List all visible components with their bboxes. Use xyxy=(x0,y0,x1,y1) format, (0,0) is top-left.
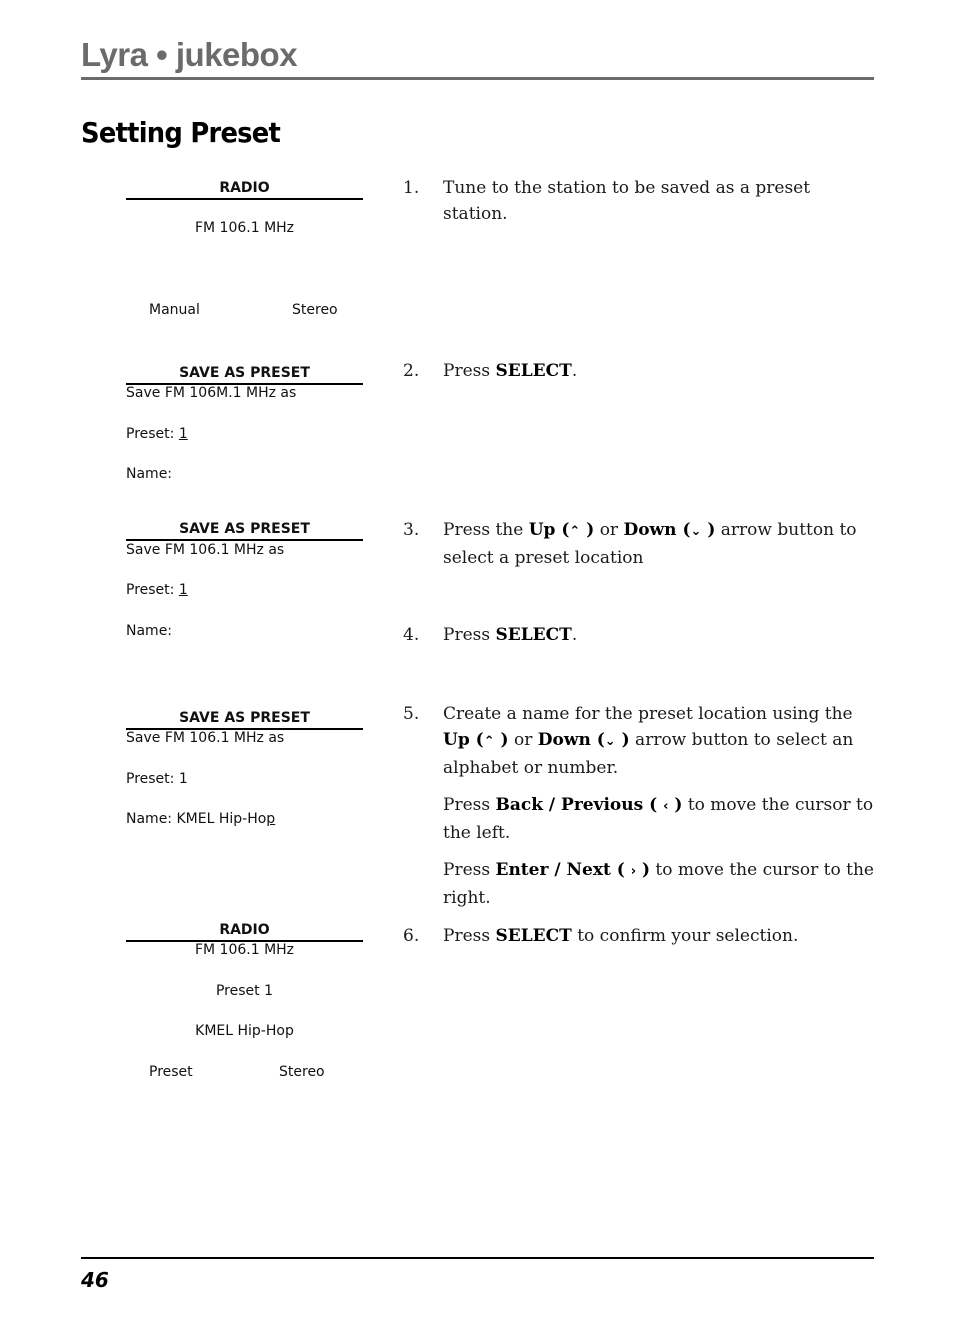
text: Enter / Next ( xyxy=(495,860,631,880)
text: Up ( xyxy=(443,730,484,750)
step-number: 5. xyxy=(403,704,420,724)
lcd-heading: RADIO xyxy=(126,179,363,200)
down-arrow-icon: ⌄ xyxy=(604,734,616,749)
lcd-heading: SAVE AS PRESET xyxy=(126,364,363,385)
lcd-frequency: FM 106.1 MHz xyxy=(194,942,295,958)
lcd-preset-value: 1 xyxy=(178,426,188,442)
text: Press xyxy=(443,625,496,645)
text: or xyxy=(508,730,538,750)
step-1: 1. Tune to the station to be saved as a … xyxy=(403,175,873,227)
lcd-screen-save-preset-2: SAVE AS PRESET Save FM 106.1 MHz as Pres… xyxy=(126,520,363,650)
lcd-name-label: Name: xyxy=(126,466,173,482)
text: ) xyxy=(668,795,683,815)
up-button-label: Up (⌃ ) xyxy=(529,520,595,540)
text: . xyxy=(571,625,578,645)
select-button-label: SELECT xyxy=(495,361,572,381)
lcd-save-line: Save FM 106M.1 MHz as xyxy=(126,385,297,401)
text: ) xyxy=(701,520,716,540)
text: Press the xyxy=(443,520,529,540)
step-text: Press SELECT. xyxy=(443,622,873,648)
text: Back / Previous ( xyxy=(495,795,664,815)
step-5-next-paragraph: Press Enter / Next ( › ) to move the cur… xyxy=(443,857,883,911)
text: Press xyxy=(443,926,496,946)
step-number: 2. xyxy=(403,361,420,381)
brand-header: Lyra • jukebox xyxy=(81,36,298,73)
up-arrow-icon: ⌃ xyxy=(483,734,495,749)
text: or xyxy=(594,520,624,540)
lcd-screen-save-preset-1: SAVE AS PRESET Save FM 106M.1 MHz as Pre… xyxy=(126,364,363,494)
step-number: 4. xyxy=(403,625,420,645)
lcd-heading: SAVE AS PRESET xyxy=(126,520,363,541)
step-text: Press SELECT. xyxy=(443,358,873,384)
step-text: Create a name for the preset location us… xyxy=(443,701,873,781)
step-3: 3. Press the Up (⌃ ) or Down (⌄ ) arrow … xyxy=(403,517,873,571)
lcd-screen-radio-manual: RADIO FM 106.1 MHz Manual Stereo xyxy=(126,179,363,329)
step-text: Tune to the station to be saved as a pre… xyxy=(443,178,811,224)
lcd-heading: SAVE AS PRESET xyxy=(126,709,363,730)
text: . xyxy=(571,361,578,381)
lcd-mode: Manual xyxy=(149,302,200,318)
step-number: 3. xyxy=(403,520,420,540)
down-button-label: Down (⌄ ) xyxy=(623,520,715,540)
lcd-preset-line: Preset: 1 xyxy=(126,425,188,443)
lcd-save-line: Save FM 106.1 MHz as xyxy=(126,730,285,746)
select-button-label: SELECT xyxy=(495,625,572,645)
page-title: Setting Preset xyxy=(81,116,281,149)
lcd-heading: RADIO xyxy=(126,921,363,942)
step-4: 4. Press SELECT. xyxy=(403,622,873,648)
lcd-audio: Stereo xyxy=(292,302,338,318)
step-2: 2. Press SELECT. xyxy=(403,358,873,384)
step-text: Press SELECT to confirm your selection. xyxy=(443,923,873,949)
lcd-audio: Stereo xyxy=(279,1064,325,1080)
lcd-preset-label: Preset: xyxy=(126,426,179,442)
text: ) xyxy=(580,520,595,540)
text: Press xyxy=(443,795,496,815)
text: Create a name for the preset location us… xyxy=(443,704,853,724)
text: Down ( xyxy=(537,730,605,750)
step-text: Press the Up (⌃ ) or Down (⌄ ) arrow but… xyxy=(443,517,873,571)
header-rule xyxy=(81,77,874,80)
lcd-preset-value: 1 xyxy=(178,582,188,598)
footer-rule xyxy=(81,1257,874,1259)
down-arrow-icon: ⌄ xyxy=(690,524,702,539)
step-number: 6. xyxy=(403,926,420,946)
lcd-name-label: Name: xyxy=(126,811,177,827)
enter-next-button-label: Enter / Next ( › ) xyxy=(495,860,650,880)
step-6: 6. Press SELECT to confirm your selectio… xyxy=(403,923,873,949)
lcd-station-name: KMEL Hip-Hop xyxy=(195,1023,294,1039)
lcd-preset-label: Preset: xyxy=(126,582,179,598)
select-button-label: SELECT xyxy=(495,926,572,946)
text: Up ( xyxy=(528,520,570,540)
text: Press xyxy=(443,361,496,381)
lcd-preset-line: Preset: 1 xyxy=(126,581,188,599)
step-5: 5. Create a name for the preset location… xyxy=(403,701,873,781)
step-5-back-paragraph: Press Back / Previous ( ‹ ) to move the … xyxy=(443,792,883,846)
lcd-mode: Preset xyxy=(149,1064,193,1080)
lcd-name-label: Name: xyxy=(126,623,173,639)
down-button-label: Down (⌄ ) xyxy=(538,730,630,750)
text: ) xyxy=(494,730,509,750)
lcd-screen-save-preset-named: SAVE AS PRESET Save FM 106.1 MHz as Pres… xyxy=(126,709,363,839)
lcd-name-value: KMEL Hip-Ho xyxy=(176,811,267,827)
text: to confirm your selection. xyxy=(571,926,799,946)
lcd-name-line: Name: KMEL Hip-Hop xyxy=(126,810,275,828)
lcd-screen-radio-preset: RADIO FM 106.1 MHz Preset 1 KMEL Hip-Hop… xyxy=(126,921,363,1091)
lcd-name-cursor: p xyxy=(266,811,276,827)
step-number: 1. xyxy=(403,178,420,198)
page-number: 46 xyxy=(81,1268,109,1292)
text: Down ( xyxy=(623,520,691,540)
up-arrow-icon: ⌃ xyxy=(569,524,581,539)
text: ) xyxy=(615,730,630,750)
lcd-preset-line: Preset: 1 xyxy=(126,771,188,787)
lcd-preset-number: Preset 1 xyxy=(215,983,273,999)
lcd-frequency: FM 106.1 MHz xyxy=(194,220,295,236)
lcd-save-line: Save FM 106.1 MHz as xyxy=(126,542,285,558)
back-previous-button-label: Back / Previous ( ‹ ) xyxy=(495,795,682,815)
text: ) xyxy=(636,860,651,880)
up-button-label: Up (⌃ ) xyxy=(443,730,509,750)
text: Press xyxy=(443,860,496,880)
